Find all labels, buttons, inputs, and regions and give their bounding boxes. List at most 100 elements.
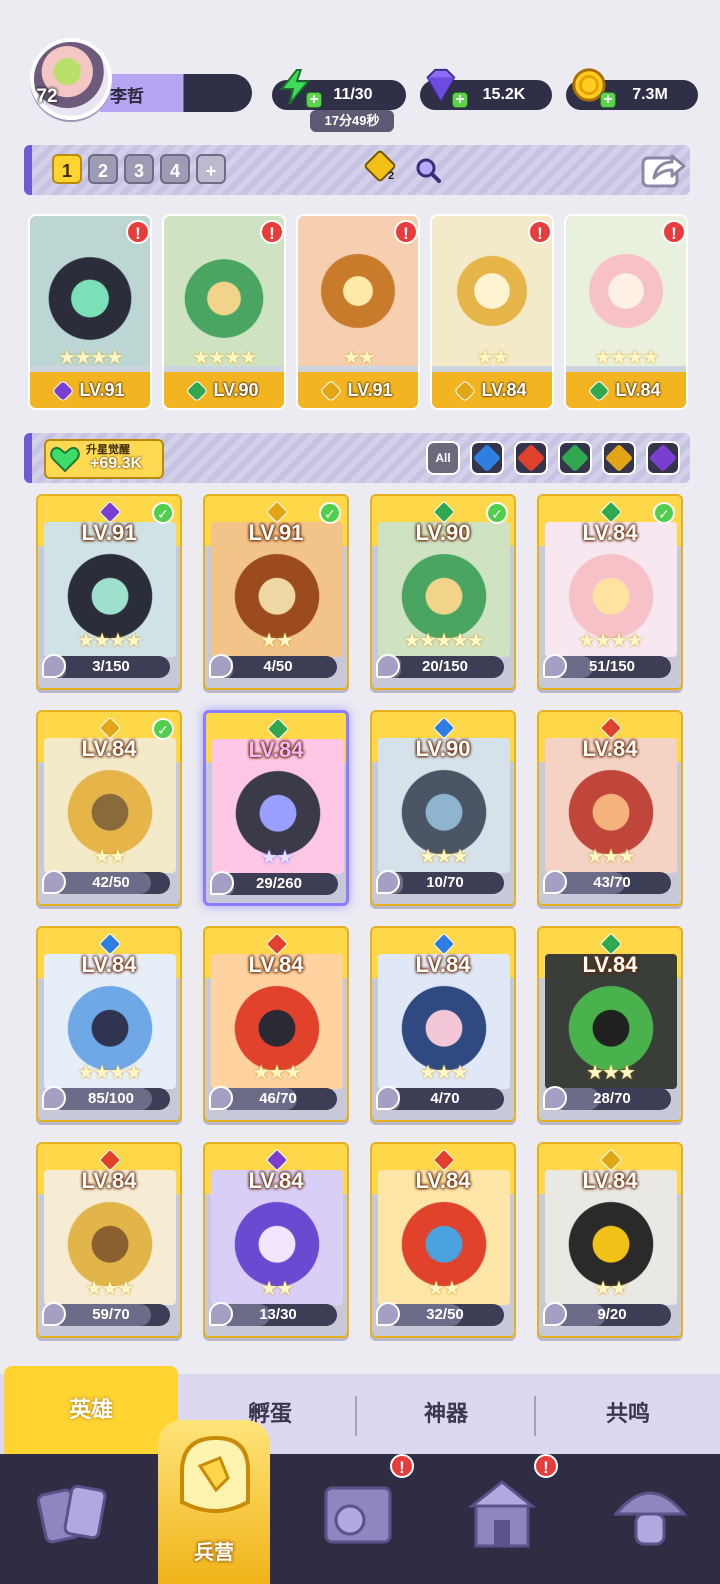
hero-card[interactable]: LV.91 ✓ ★★ 4/50	[203, 494, 349, 690]
team-bar-accent	[24, 145, 32, 195]
hero-card[interactable]: LV.84 ★★★ 28/70	[537, 926, 683, 1122]
nav-cards[interactable]	[24, 1470, 124, 1560]
hero-card[interactable]: LV.84 ★★★ 46/70	[203, 926, 349, 1122]
hero-stars: ★★	[427, 1278, 461, 1300]
hero-card[interactable]: LV.84 ★★★ 59/70	[36, 1142, 182, 1338]
hero-card[interactable]: LV.84 ★★★ 43/70	[537, 710, 683, 906]
hero-card[interactable]: LV.84 ★★ 32/50	[370, 1142, 516, 1338]
shard-progress-bar: 51/150	[553, 656, 671, 678]
hero-level: LV.84	[248, 952, 304, 977]
team-tab-2[interactable]: 2	[88, 154, 118, 184]
shard-progress-bar: 20/150	[386, 656, 504, 678]
hero-card[interactable]: LV.84 ★★★ 4/70	[370, 926, 516, 1122]
tab-divider	[534, 1396, 536, 1436]
gold-plus-button[interactable]: +	[600, 92, 616, 108]
mushroom-icon	[612, 1491, 688, 1546]
hero-stars: ★★★	[586, 846, 636, 868]
hero-level: LV.84	[582, 1168, 638, 1193]
team-stars: ★★★★	[192, 347, 258, 369]
alert-badge: !	[528, 220, 552, 244]
hero-level: LV.84	[582, 736, 638, 761]
sub-tab-heroes[interactable]: 英雄	[4, 1366, 178, 1454]
search-icon[interactable]	[414, 156, 442, 184]
shard-icon	[209, 1086, 233, 1110]
share-icon[interactable]	[640, 148, 686, 190]
team-level: LV.91	[30, 372, 150, 408]
nature-element-icon	[560, 443, 590, 473]
hero-card[interactable]: LV.84 ★★★★ 85/100	[36, 926, 182, 1122]
hero-level: LV.84	[415, 952, 471, 977]
shard-progress-bar: 28/70	[553, 1088, 671, 1110]
shard-count: 85/100	[88, 1090, 134, 1107]
shard-icon	[543, 870, 567, 894]
shard-progress-bar: 46/70	[219, 1088, 337, 1110]
hero-level: LV.90	[415, 520, 471, 545]
nav-map[interactable]	[308, 1470, 408, 1560]
hero-stars: ★★	[260, 1278, 294, 1300]
alert-badge: !	[260, 220, 284, 244]
hero-level: LV.91	[81, 520, 137, 545]
alert-badge: !	[390, 1454, 414, 1478]
filter-fire-button[interactable]	[514, 441, 548, 475]
dark-element-icon	[648, 443, 678, 473]
hero-card[interactable]: LV.90 ★★★ 10/70	[370, 710, 516, 906]
player-level: 72	[36, 86, 58, 107]
hero-card[interactable]: LV.84 ✓ ★★★★ 51/150	[537, 494, 683, 690]
hero-level: LV.84	[582, 952, 638, 977]
hero-stars: ★★★★	[77, 630, 143, 652]
hero-card[interactable]: LV.91 ✓ ★★★★ 3/150	[36, 494, 182, 690]
team-level: LV.84	[566, 372, 686, 408]
sub-tab-artifacts[interactable]: 神器	[358, 1376, 534, 1452]
hero-stars: ★★★	[419, 846, 469, 868]
shard-icon	[376, 654, 400, 678]
light-element-icon	[454, 379, 477, 403]
team-tab-1[interactable]: 1	[52, 154, 82, 184]
filter-nature-button[interactable]	[558, 441, 592, 475]
team-tab-add[interactable]: +	[196, 154, 226, 184]
shard-count: 20/150	[422, 658, 468, 675]
nav-shrine[interactable]	[452, 1470, 552, 1560]
shard-icon	[543, 1086, 567, 1110]
shard-count: 51/150	[589, 658, 635, 675]
hero-level: LV.90	[415, 736, 471, 761]
shard-progress-bar: 13/30	[219, 1304, 337, 1326]
shard-icon	[42, 870, 66, 894]
nav-barracks-label: 兵营	[194, 1542, 234, 1564]
team-level: LV.84	[432, 372, 552, 408]
shard-progress-bar: 85/100	[52, 1088, 170, 1110]
filter-dark-button[interactable]	[646, 441, 680, 475]
team-key-indicator[interactable]: 2	[363, 149, 398, 184]
nature-element-icon	[588, 379, 611, 403]
hero-stars: ★★	[260, 847, 294, 869]
hero-card[interactable]: LV.90 ✓ ★★★★★ 20/150	[370, 494, 516, 690]
filter-light-button[interactable]	[602, 441, 636, 475]
shard-count: 10/70	[426, 874, 464, 891]
team-key-count: 2	[388, 170, 395, 182]
filter-water-button[interactable]	[470, 441, 504, 475]
nav-mushroom[interactable]	[600, 1470, 700, 1560]
hero-card[interactable]: LV.84 ★★ 13/30	[203, 1142, 349, 1338]
team-tab-4[interactable]: 4	[160, 154, 190, 184]
shard-count: 29/260	[256, 875, 302, 892]
hero-stars: ★★	[260, 630, 294, 652]
heart-icon	[50, 447, 80, 472]
hero-card[interactable]: LV.84 ★★ 9/20	[537, 1142, 683, 1338]
sub-tab-resonance[interactable]: 共鸣	[538, 1376, 718, 1452]
light-element-icon	[320, 379, 343, 403]
gems-plus-button[interactable]: +	[452, 92, 468, 108]
hero-level: LV.84	[81, 952, 137, 977]
hero-card[interactable]: LV.84 ✓ ★★ 42/50	[36, 710, 182, 906]
shard-icon	[42, 1302, 66, 1326]
filter-all-label: All	[435, 451, 451, 465]
hero-stars: ★★★	[586, 1062, 636, 1084]
energy-plus-button[interactable]: +	[306, 92, 322, 108]
awaken-value: +69.3K	[90, 455, 143, 472]
team-tab-3[interactable]: 3	[124, 154, 154, 184]
shard-count: 4/50	[263, 658, 293, 675]
shard-count: 46/70	[259, 1090, 297, 1107]
hero-card[interactable]: LV.84 ★★ 29/260	[203, 710, 349, 906]
hero-level: LV.84	[582, 520, 638, 545]
filter-all-button[interactable]: All	[426, 441, 460, 475]
shard-icon	[210, 871, 234, 895]
shard-count: 32/50	[426, 1306, 464, 1323]
